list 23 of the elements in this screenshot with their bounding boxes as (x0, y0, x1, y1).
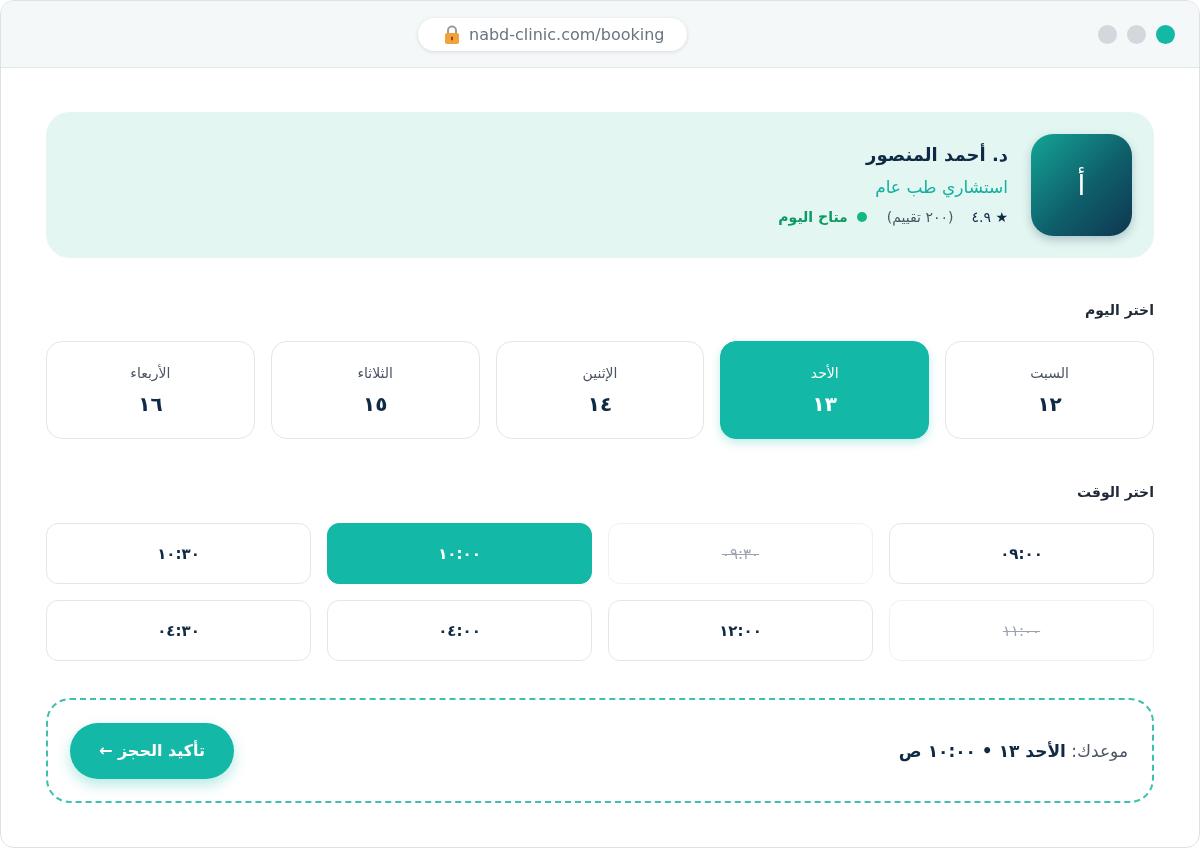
doctor-name: د. أحمد المنصور (866, 143, 1008, 167)
lock-icon (444, 24, 460, 44)
review-count: (٢٠٠ تقييم) (886, 208, 954, 227)
window-control-icon[interactable] (1156, 24, 1175, 44)
time-slot[interactable]: ٠٤:٣٠ (46, 600, 311, 661)
day-option[interactable]: الثلاثاء ١٥ (270, 341, 480, 439)
time-slot[interactable]: ٠٩:٠٠ (889, 523, 1154, 584)
rating-text: ★ ٤.٩ (971, 208, 1008, 227)
availability-text: متاح اليوم (778, 208, 848, 227)
appointment-summary-text: موعدك: الأحد ١٣ • ١٠:٠٠ ص (898, 740, 1128, 761)
time-slot[interactable]: ١٢:٠٠ (608, 600, 873, 661)
doctor-specialty: استشاري طب عام (875, 176, 1008, 199)
window-control-icon[interactable] (1098, 24, 1117, 44)
time-slot[interactable]: ٠٤:٠٠ (327, 600, 592, 661)
window-control-icon[interactable] (1127, 24, 1146, 44)
avatar-initial: أ (1031, 134, 1132, 236)
address-bar[interactable]: nabd-clinic.com/booking (418, 17, 687, 51)
day-option[interactable]: الأربعاء ١٦ (46, 341, 255, 439)
day-option[interactable]: الإثنين ١٤ (495, 341, 705, 439)
section-label: اختر الوقت (1076, 483, 1154, 501)
section-label: اختر اليوم (1084, 301, 1154, 319)
day-option[interactable]: السبت ١٢ (945, 341, 1154, 439)
time-slot[interactable]: ١٠:٣٠ (46, 523, 311, 584)
